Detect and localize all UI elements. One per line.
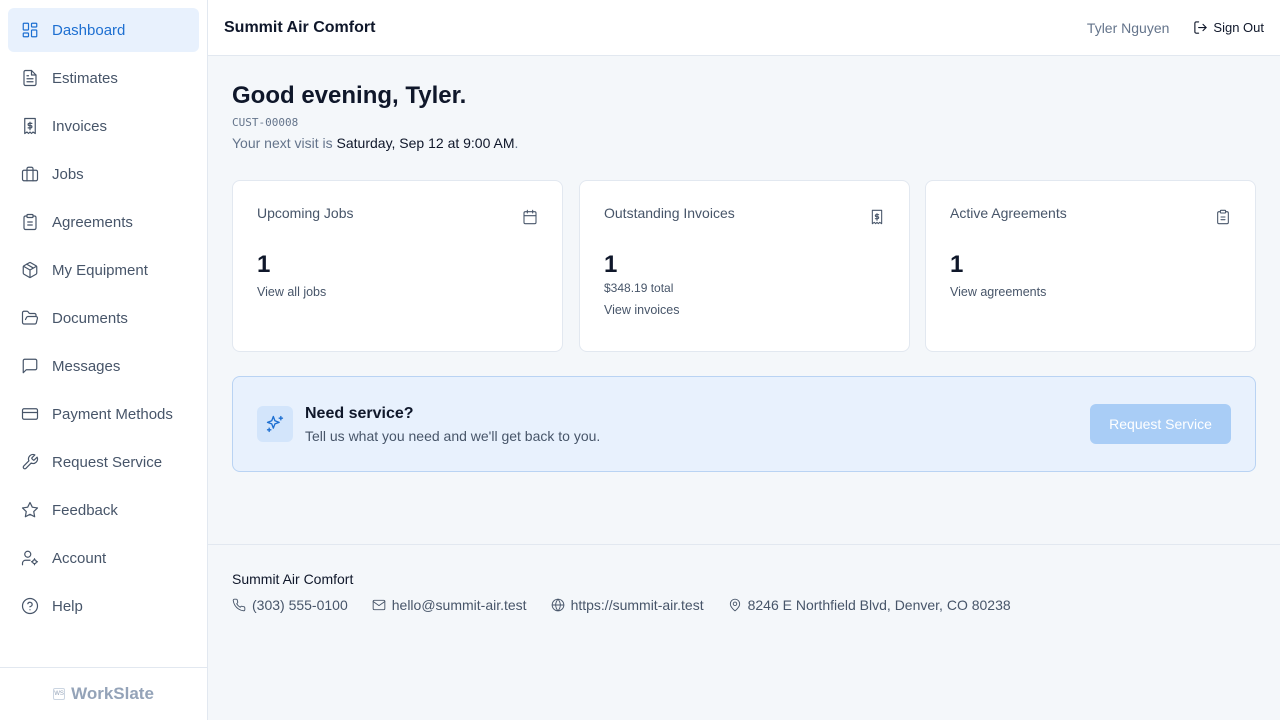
map-pin-icon (729, 598, 740, 612)
card-count: 1 (257, 251, 271, 278)
next-visit-suffix: . (514, 135, 519, 151)
brand-name: WorkSlate (71, 684, 154, 703)
sidebar-item-account[interactable]: Account (8, 536, 199, 580)
customer-id: CUST-00008 (232, 116, 299, 129)
sidebar-item-label: Request Service (52, 453, 163, 471)
sidebar-item-request-service[interactable]: Request Service (8, 440, 199, 484)
contact-email[interactable]: hello@summit-air.test (372, 597, 527, 613)
star-icon (20, 500, 40, 520)
clipboard-icon (20, 212, 40, 232)
sidebar-item-label: Documents (52, 309, 128, 327)
card-count: 1 (950, 251, 964, 278)
email-text: hello@summit-air.test (391, 597, 527, 613)
sidebar-item-label: Dashboard (52, 21, 126, 39)
cta-subtitle: Tell us what you need and we'll get back… (305, 427, 601, 444)
brand-logo-icon: WS (53, 688, 66, 700)
wrench-icon (20, 452, 40, 472)
sidebar-item-messages[interactable]: Messages (8, 344, 199, 388)
sidebar-item-label: Messages (52, 357, 121, 375)
sidebar-item-label: Estimates (52, 69, 118, 87)
card-title: Upcoming Jobs (257, 205, 354, 221)
briefcase-icon (20, 164, 40, 184)
folder-icon (20, 308, 40, 328)
phone-icon (232, 598, 246, 612)
log-out-icon (1194, 21, 1208, 34)
dashboard-icon (20, 20, 40, 40)
card-count: 1 (604, 251, 618, 278)
view-invoices-link[interactable]: View invoices (604, 303, 885, 317)
sidebar-item-label: Feedback (52, 501, 118, 519)
mail-icon (372, 599, 386, 611)
card-upcoming-jobs: Upcoming Jobs 1 View all jobs (232, 180, 563, 352)
file-text-icon (20, 68, 40, 88)
receipt-dollar-icon (869, 209, 885, 225)
next-visit-prefix: Your next visit is (232, 135, 337, 151)
sidebar-item-label: Invoices (52, 117, 108, 135)
sidebar-item-payment-methods[interactable]: Payment Methods (8, 392, 199, 436)
sidebar-item-label: Help (52, 597, 83, 615)
sidebar-item-feedback[interactable]: Feedback (8, 488, 199, 532)
card-outstanding-invoices: Outstanding Invoices 1 $348.19 total Vie… (579, 180, 910, 352)
summary-cards: Upcoming Jobs 1 View all jobs Outstandin… (232, 180, 1256, 352)
request-service-button[interactable]: Request Service (1090, 404, 1231, 444)
sidebar-item-label: Account (52, 549, 107, 567)
sidebar-item-label: Agreements (52, 213, 133, 231)
globe-icon (551, 598, 564, 612)
user-cog-icon (20, 548, 40, 568)
header-user-area: Tyler Nguyen Sign Out (1087, 20, 1264, 36)
need-service-banner: Need service? Tell us what you need and … (232, 376, 1256, 472)
top-header: Summit Air Comfort Tyler Nguyen Sign Out (208, 0, 1280, 56)
sidebar-item-agreements[interactable]: Agreements (8, 200, 199, 244)
address-text: 8246 E Northfield Blvd, Denver, CO 80238 (747, 597, 1011, 613)
message-square-icon (20, 356, 40, 376)
sidebar-item-label: Payment Methods (52, 405, 173, 423)
view-all-jobs-link[interactable]: View all jobs (257, 285, 538, 299)
cta-title: Need service? (305, 404, 414, 422)
view-agreements-link[interactable]: View agreements (950, 285, 1231, 299)
page-title: Good evening, Tyler. (232, 82, 467, 109)
sidebar-item-invoices[interactable]: Invoices (8, 104, 199, 148)
next-visit-date: Saturday, Sep 12 at 9:00 AM (336, 135, 515, 151)
website-text: https://summit-air.test (570, 597, 704, 613)
footer-company-name: Summit Air Comfort (232, 571, 354, 587)
sidebar-item-documents[interactable]: Documents (8, 296, 199, 340)
cta-text: Need service? Tell us what you need and … (305, 405, 1090, 444)
sign-out-button[interactable]: Sign Out (1193, 20, 1264, 35)
card-active-agreements: Active Agreements 1 View agreements (925, 180, 1256, 352)
invoice-total: $348.19 total (604, 281, 674, 295)
user-name: Tyler Nguyen (1086, 19, 1170, 36)
sign-out-label: Sign Out (1213, 20, 1264, 35)
sidebar-brand: WS WorkSlate (0, 667, 207, 720)
sidebar: Dashboard Estimates Invoices Jobs Agreem… (0, 0, 208, 720)
contact-website[interactable]: https://summit-air.test (551, 597, 704, 613)
sidebar-item-my-equipment[interactable]: My Equipment (8, 248, 199, 292)
sparkles-icon (257, 406, 293, 442)
contact-phone[interactable]: (303) 555-0100 (232, 597, 348, 613)
clipboard-icon (1215, 209, 1231, 225)
sidebar-item-estimates[interactable]: Estimates (8, 56, 199, 100)
company-title: Summit Air Comfort (224, 18, 376, 36)
next-visit-text: Your next visit is Saturday, Sep 12 at 9… (232, 135, 1256, 151)
card-title: Active Agreements (950, 205, 1067, 221)
credit-card-icon (20, 404, 40, 424)
sidebar-item-help[interactable]: Help (8, 584, 199, 628)
page-footer: Summit Air Comfort (303) 555-0100 hello@… (208, 544, 1280, 720)
package-icon (20, 260, 40, 280)
contact-info: (303) 555-0100 hello@summit-air.test htt… (232, 597, 1256, 613)
card-title: Outstanding Invoices (604, 205, 735, 221)
dashboard-main: Good evening, Tyler. CUST-00008 Your nex… (232, 80, 1256, 472)
sidebar-item-label: My Equipment (52, 261, 148, 279)
sidebar-nav: Dashboard Estimates Invoices Jobs Agreem… (0, 0, 207, 628)
phone-text: (303) 555-0100 (252, 597, 348, 613)
contact-address: 8246 E Northfield Blvd, Denver, CO 80238 (728, 597, 1011, 613)
sidebar-item-label: Jobs (52, 165, 84, 183)
sidebar-item-jobs[interactable]: Jobs (8, 152, 199, 196)
receipt-dollar-icon (20, 116, 40, 136)
help-circle-icon (20, 596, 40, 616)
sidebar-item-dashboard[interactable]: Dashboard (8, 8, 199, 52)
calendar-icon (522, 209, 538, 225)
